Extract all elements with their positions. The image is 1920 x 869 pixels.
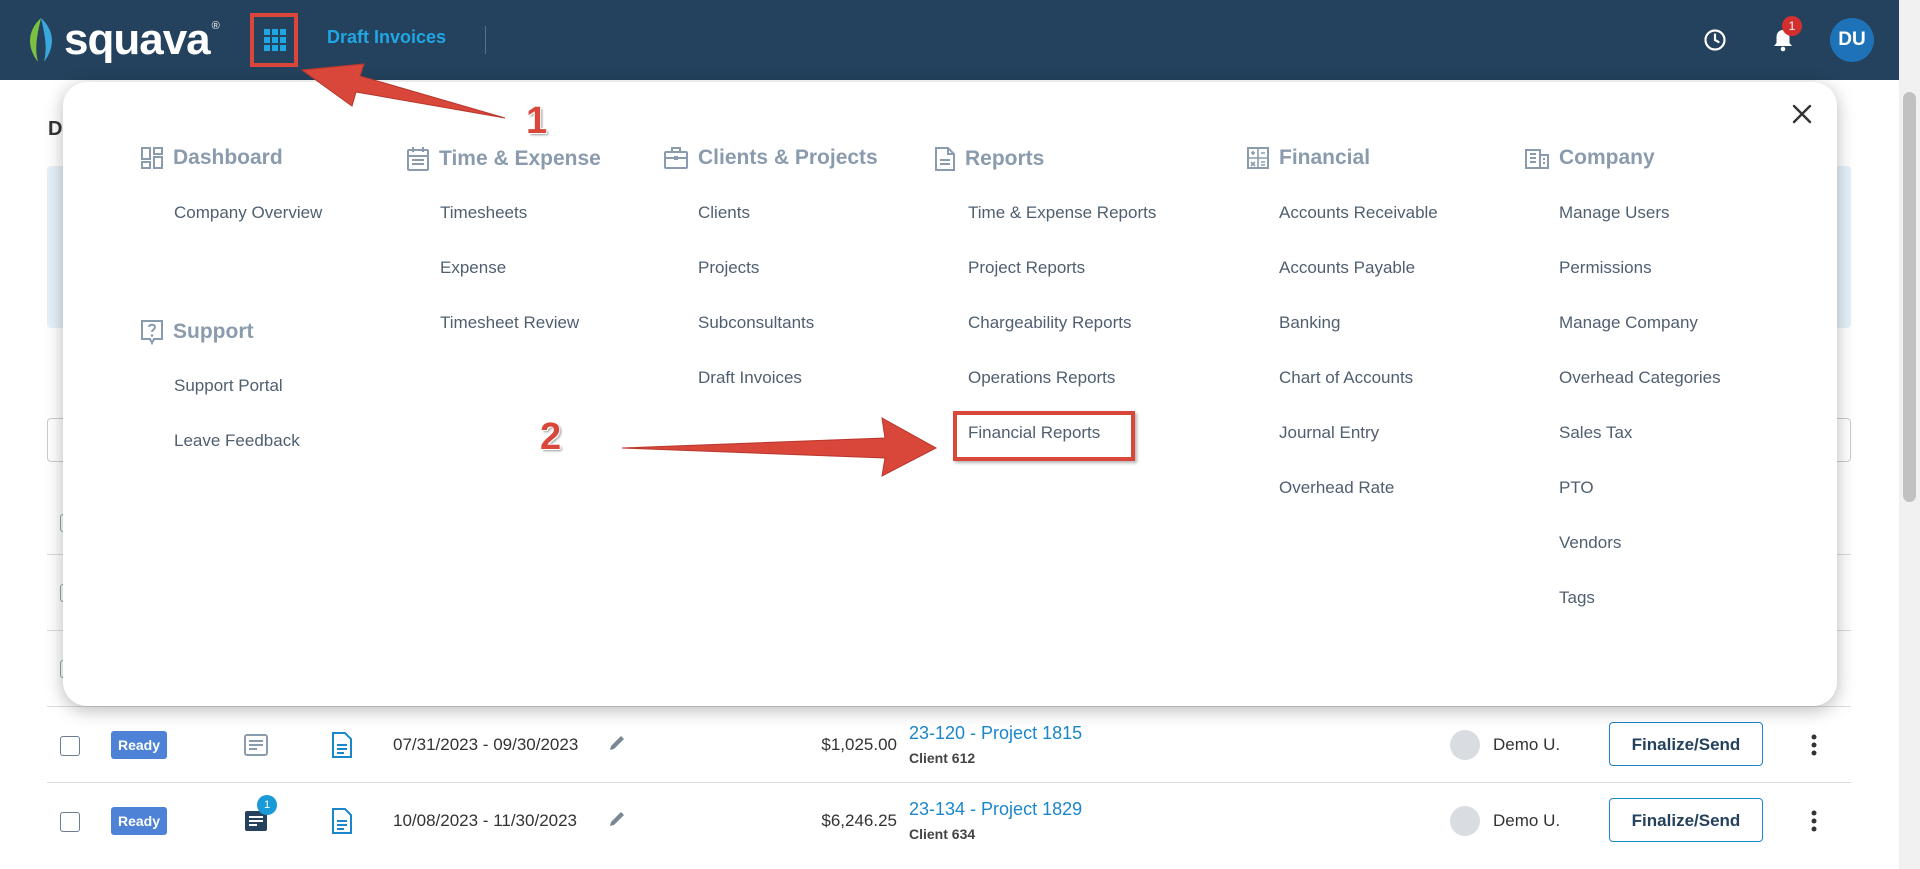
finalize-send-button[interactable]: Finalize/Send: [1609, 798, 1763, 842]
dashboard-icon: [141, 147, 163, 169]
step-2-label: 2: [540, 416, 562, 458]
user-avatar-icon: [1450, 806, 1480, 836]
menu-item-projects[interactable]: Projects: [698, 258, 759, 278]
menu-item-vendors[interactable]: Vendors: [1559, 533, 1621, 553]
more-options-icon[interactable]: [1804, 809, 1824, 833]
note-count-badge: 1: [257, 795, 277, 815]
timer-button[interactable]: [1700, 25, 1730, 55]
calculator-icon: [1247, 147, 1269, 169]
project-link[interactable]: 23-134 - Project 1829: [909, 799, 1082, 820]
header-divider: [485, 26, 486, 54]
step-1-label: 1: [526, 100, 548, 142]
menu-item-draft-invoices[interactable]: Draft Invoices: [698, 368, 802, 388]
menu-heading-clients-projects: Clients & Projects: [663, 146, 878, 170]
menu-item-operations-reports[interactable]: Operations Reports: [968, 368, 1115, 388]
report-icon: [935, 147, 955, 171]
menu-item-pto[interactable]: PTO: [1559, 478, 1594, 498]
leaf-logo-icon: [30, 18, 52, 62]
invoice-amount: $6,246.25: [821, 811, 897, 830]
menu-item-chargeability-reports[interactable]: Chargeability Reports: [968, 313, 1131, 333]
menu-heading-label: Company: [1559, 146, 1655, 169]
table-row: Ready 07/31/2023 - 09/30/2023 $1,025.00 …: [47, 707, 1851, 783]
finalize-send-button[interactable]: Finalize/Send: [1609, 722, 1763, 766]
edit-pencil-icon[interactable]: [607, 809, 627, 829]
document-icon[interactable]: [331, 731, 353, 759]
menu-heading-label: Support: [173, 320, 254, 343]
menu-item-overhead-rate[interactable]: Overhead Rate: [1279, 478, 1394, 498]
menu-item-leave-feedback[interactable]: Leave Feedback: [174, 431, 300, 451]
menu-item-time-expense-reports[interactable]: Time & Expense Reports: [968, 203, 1156, 223]
apps-button-highlight: [250, 13, 298, 67]
app-mega-menu: [63, 82, 1837, 706]
menu-item-clients[interactable]: Clients: [698, 203, 750, 223]
financial-reports-highlight: [953, 411, 1135, 461]
more-options-icon[interactable]: [1804, 733, 1824, 757]
menu-item-chart-of-accounts[interactable]: Chart of Accounts: [1279, 368, 1413, 388]
squava-logo[interactable]: squava ®: [24, 12, 220, 68]
invoice-date-range: 10/08/2023 - 11/30/2023: [393, 811, 578, 830]
menu-heading-label: Time & Expense: [439, 147, 601, 170]
menu-heading-reports: Reports: [934, 146, 1044, 172]
invoice-amount: $1,025.00: [821, 735, 897, 754]
menu-item-permissions[interactable]: Permissions: [1559, 258, 1652, 278]
menu-item-accounts-payable[interactable]: Accounts Payable: [1279, 258, 1415, 278]
menu-item-timesheet-review[interactable]: Timesheet Review: [440, 313, 579, 333]
menu-heading-financial: Financial: [1246, 146, 1370, 170]
menu-heading-dashboard: Dashboard: [140, 146, 283, 170]
client-name: Client 634: [909, 826, 976, 842]
document-icon[interactable]: [331, 807, 353, 835]
menu-item-expense[interactable]: Expense: [440, 258, 506, 278]
logo-registered-mark: ®: [211, 20, 220, 32]
scrollbar-thumb[interactable]: [1903, 92, 1916, 502]
menu-item-subconsultants[interactable]: Subconsultants: [698, 313, 814, 333]
menu-item-sales-tax[interactable]: Sales Tax: [1559, 423, 1632, 443]
building-icon: [1525, 149, 1549, 169]
clock-icon: [1704, 29, 1726, 51]
status-badge: Ready: [111, 731, 167, 759]
user-avatar[interactable]: DU: [1830, 18, 1874, 62]
menu-item-timesheets[interactable]: Timesheets: [440, 203, 527, 223]
menu-item-banking[interactable]: Banking: [1279, 313, 1340, 333]
close-icon: [1792, 104, 1812, 124]
user-name: Demo U.: [1493, 811, 1561, 830]
user-avatar-icon: [1450, 730, 1480, 760]
menu-item-company-overview[interactable]: Company Overview: [174, 203, 322, 223]
menu-heading-support: Support: [140, 319, 253, 345]
note-icon[interactable]: [243, 732, 269, 758]
table-row: Ready 1 10/08/2023 - 11/30/2023 $6,246.2…: [47, 783, 1851, 859]
row-checkbox[interactable]: [60, 812, 80, 832]
user-name: Demo U.: [1493, 735, 1561, 754]
menu-item-manage-company[interactable]: Manage Company: [1559, 313, 1698, 333]
menu-heading-label: Financial: [1279, 146, 1371, 169]
page-title[interactable]: Draft Invoices: [327, 27, 446, 48]
menu-heading-time-expense: Time & Expense: [406, 146, 601, 172]
menu-item-journal-entry[interactable]: Journal Entry: [1279, 423, 1379, 443]
client-name: Client 612: [909, 750, 976, 766]
help-icon: [141, 320, 163, 345]
status-badge: Ready: [111, 807, 167, 835]
project-link[interactable]: 23-120 - Project 1815: [909, 723, 1082, 744]
edit-pencil-icon[interactable]: [607, 733, 627, 753]
menu-heading-label: Dashboard: [173, 146, 283, 169]
menu-heading-company: Company: [1524, 146, 1655, 170]
notification-count-badge: 1: [1782, 16, 1802, 36]
arrow-to-apps-icon: [300, 63, 506, 119]
menu-item-overhead-categories[interactable]: Overhead Categories: [1559, 368, 1721, 388]
menu-item-project-reports[interactable]: Project Reports: [968, 258, 1085, 278]
briefcase-icon: [664, 147, 688, 169]
menu-item-support-portal[interactable]: Support Portal: [174, 376, 283, 396]
close-menu-button[interactable]: [1787, 99, 1817, 129]
menu-item-manage-users[interactable]: Manage Users: [1559, 203, 1670, 223]
invoice-date-range: 07/31/2023 - 09/30/2023: [393, 735, 579, 754]
row-checkbox[interactable]: [60, 736, 80, 756]
logo-text: squava: [64, 15, 211, 64]
menu-heading-label: Reports: [965, 147, 1045, 170]
arrow-to-financial-reports-icon: [621, 417, 938, 477]
menu-item-tags[interactable]: Tags: [1559, 588, 1595, 608]
menu-item-accounts-receivable[interactable]: Accounts Receivable: [1279, 203, 1438, 223]
page-heading-fragment: D: [48, 118, 63, 140]
calendar-icon: [407, 147, 429, 171]
menu-heading-label: Clients & Projects: [698, 146, 878, 169]
